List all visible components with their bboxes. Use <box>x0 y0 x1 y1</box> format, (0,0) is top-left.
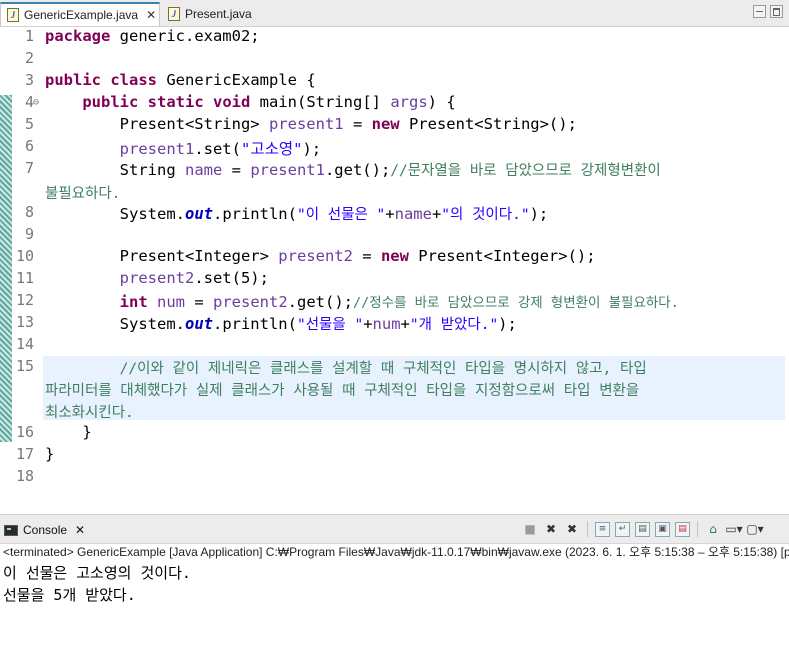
line-number: 2 <box>24 49 34 67</box>
line-number: 14 <box>15 335 34 353</box>
console-output-line: 선물을 5개 받았다. <box>3 586 136 604</box>
remove-all-icon[interactable]: ✖ <box>564 521 580 537</box>
line-number: 9 <box>24 225 34 243</box>
show-on-output-icon[interactable]: ▤ <box>635 521 650 537</box>
console-output-line: 이 선물은 고소영의 것이다. <box>3 564 191 582</box>
console-toolbar: Console ✕ ■ ✖ ✖ ≡ ↵ ▤ ▣ ▤ ⌂ ▭▾ ▢▾ <box>0 514 789 544</box>
tab-generic-example[interactable]: J GenericExample.java ✕ <box>0 2 160 26</box>
console-status: <terminated> GenericExample [Java Applic… <box>3 545 789 559</box>
minimize-icon[interactable] <box>753 5 766 18</box>
close-icon[interactable]: ✕ <box>75 523 85 537</box>
line-number: 10 <box>15 247 34 265</box>
tab-console[interactable]: Console ✕ <box>4 519 85 541</box>
code-editor[interactable]: 1 2 3 4 ⊖ 5 6 7 8 9 10 11 12 13 14 15 16… <box>0 27 789 512</box>
code-line: String name = present1.get();//문자열을 바로 담… <box>119 161 661 179</box>
tab-label: GenericExample.java <box>24 8 139 22</box>
code-line: System.out.println("이 선물은 "+name+"의 것이다.… <box>119 205 549 223</box>
display-console-icon[interactable]: ⌂ <box>705 521 721 537</box>
window-controls <box>753 5 783 18</box>
scroll-lock-icon[interactable]: ≡ <box>595 521 610 537</box>
tab-label: Present.java <box>185 7 252 21</box>
line-number: 6 <box>24 137 34 155</box>
word-wrap-icon[interactable]: ↵ <box>615 521 630 537</box>
console-tab-label: Console <box>23 523 68 537</box>
code-line: public static void main(String[] args) { <box>82 93 456 111</box>
code-line: Present<String> present1 = new Present<S… <box>119 115 577 133</box>
line-number: 16 <box>15 423 34 441</box>
close-icon[interactable]: ✕ <box>146 8 156 22</box>
code-line: } <box>45 445 55 463</box>
line-number: 13 <box>15 313 34 331</box>
code-line-wrap: 최소화시킨다. <box>45 405 134 421</box>
code-line-wrap: 파라미터를 대체했다가 실제 클래스가 사용될 때 구체적인 타입을 지정함으로… <box>45 383 640 399</box>
console-output[interactable]: 이 선물은 고소영의 것이다. 선물을 5개 받았다. <box>0 560 789 661</box>
console-icon <box>4 524 18 536</box>
code-line: System.out.println("선물을 "+num+"개 받았다."); <box>119 315 517 333</box>
code-line: package generic.exam02; <box>45 27 260 45</box>
line-number: 5 <box>24 115 34 133</box>
code-line: Present<Integer> present2 = new Present<… <box>119 247 596 265</box>
java-file-icon: J <box>168 7 180 21</box>
code-line: } <box>82 423 92 441</box>
remove-launch-icon[interactable]: ✖ <box>543 521 559 537</box>
toolbar-separator <box>697 521 698 537</box>
line-number: 12 <box>15 291 34 309</box>
show-on-error-icon[interactable]: ▣ <box>655 521 670 537</box>
pin-console-icon[interactable]: ▤ <box>675 521 690 537</box>
line-number: 7 <box>24 159 34 177</box>
line-number: 17 <box>15 445 34 463</box>
tab-present[interactable]: J Present.java <box>162 2 262 26</box>
change-ruler <box>0 95 12 442</box>
view-menu-icon[interactable]: ▢▾ <box>746 521 763 537</box>
line-number: 8 <box>24 203 34 221</box>
maximize-icon[interactable] <box>770 5 783 18</box>
editor-tab-bar: J GenericExample.java ✕ J Present.java <box>0 0 789 27</box>
fold-toggle-icon[interactable]: ⊖ <box>33 97 39 108</box>
terminate-icon[interactable]: ■ <box>522 521 538 537</box>
line-number: 4 <box>24 93 34 111</box>
code-line: present1.set("고소영"); <box>119 140 322 158</box>
code-line-wrap: 불필요하다. <box>45 186 121 202</box>
line-number: 1 <box>24 27 34 45</box>
code-line: //이와 같이 제네릭은 클래스를 설계할 때 구체적인 타입을 명시하지 않고… <box>119 361 647 377</box>
line-number: 18 <box>15 467 34 485</box>
line-number: 3 <box>24 71 34 89</box>
code-line: int num = present2.get();//정수를 바로 담았으므로 … <box>119 293 679 311</box>
toolbar-separator <box>587 521 588 537</box>
console-tools: ■ ✖ ✖ ≡ ↵ ▤ ▣ ▤ ⌂ ▭▾ ▢▾ <box>522 521 764 537</box>
line-number: 15 <box>15 357 34 375</box>
code-line: present2.set(5); <box>119 269 269 287</box>
line-number: 11 <box>15 269 34 287</box>
open-console-icon[interactable]: ▭▾ <box>725 521 742 537</box>
java-file-icon: J <box>7 8 19 22</box>
code-line: public class GenericExample { <box>45 71 316 89</box>
